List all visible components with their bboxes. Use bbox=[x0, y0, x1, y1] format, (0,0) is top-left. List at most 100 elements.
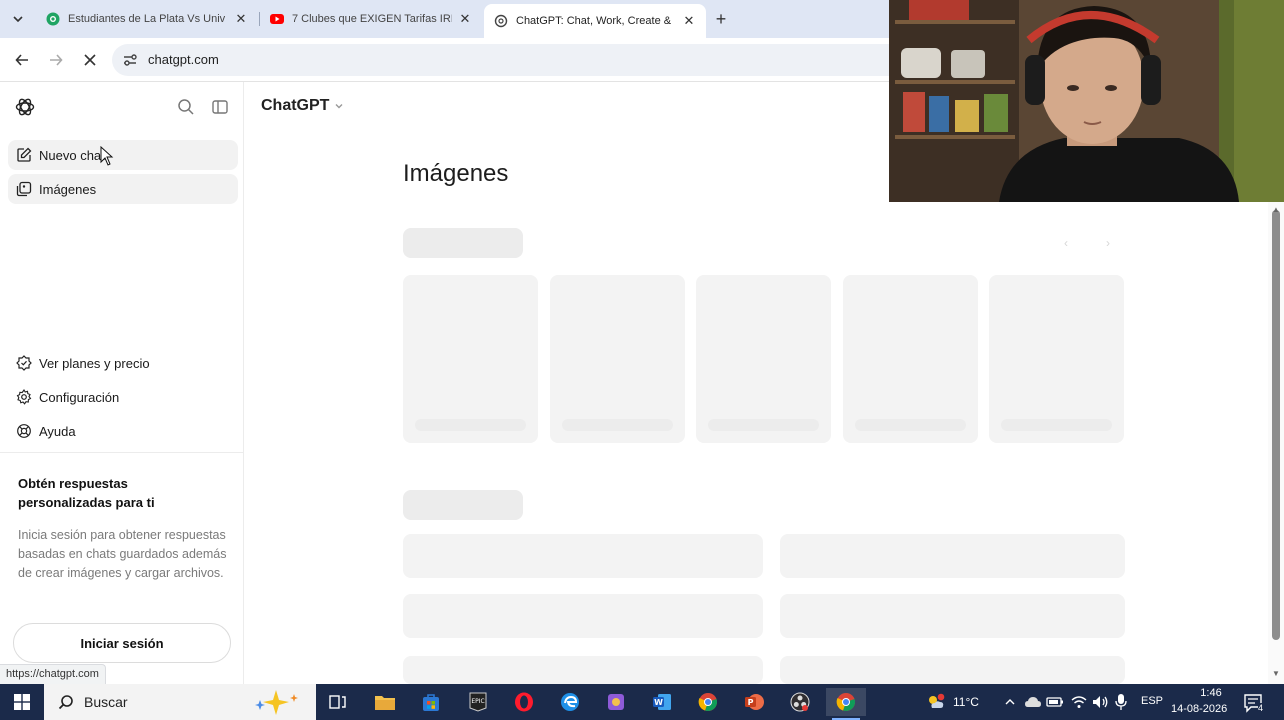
tab-title: Estudiantes de La Plata Vs Univ bbox=[68, 13, 226, 25]
browser-tab-estudiantes[interactable]: Estudiantes de La Plata Vs Univ ✕ bbox=[36, 4, 258, 34]
word-icon[interactable]: W bbox=[642, 688, 682, 716]
game-app-icon[interactable] bbox=[596, 688, 636, 716]
mouse-cursor-icon bbox=[100, 146, 114, 166]
carousel-next-icon[interactable]: › bbox=[1098, 233, 1118, 253]
youtube-icon bbox=[270, 14, 284, 24]
epic-games-icon[interactable]: EPIC bbox=[458, 688, 498, 716]
skeleton-card bbox=[403, 275, 538, 443]
chrome-icon[interactable] bbox=[688, 688, 728, 716]
svg-text:P: P bbox=[748, 698, 754, 707]
sidebar-item-planes[interactable]: Ver planes y precio bbox=[8, 348, 238, 378]
wifi-icon[interactable] bbox=[1070, 694, 1088, 710]
sidebar-divider bbox=[0, 452, 244, 453]
battery-icon[interactable] bbox=[1046, 694, 1064, 710]
edge-icon[interactable] bbox=[550, 688, 590, 716]
gear-icon bbox=[16, 389, 32, 405]
powerpoint-icon[interactable]: P bbox=[734, 688, 774, 716]
notification-count: 4 bbox=[1258, 703, 1264, 713]
new-tab-icon[interactable]: + bbox=[711, 9, 731, 29]
page-title: Imágenes bbox=[403, 160, 509, 187]
svg-text:W: W bbox=[654, 698, 663, 707]
input-language[interactable]: ESP bbox=[1141, 695, 1163, 707]
close-tab-icon[interactable]: ✕ bbox=[458, 11, 472, 26]
carousel-prev-icon[interactable]: ‹ bbox=[1056, 233, 1076, 253]
skeleton-row bbox=[403, 534, 763, 578]
sidebar-item-nuevo-chat[interactable]: Nuevo chat bbox=[8, 140, 238, 170]
show-hidden-icons-chevron-icon[interactable] bbox=[1004, 696, 1016, 708]
windows-start-icon[interactable] bbox=[0, 684, 44, 720]
stop-loading-icon[interactable] bbox=[80, 50, 100, 70]
webcam-overlay bbox=[889, 0, 1284, 202]
cloud-icon[interactable] bbox=[1024, 694, 1042, 710]
skeleton-heading bbox=[403, 228, 523, 258]
weather-temperature[interactable]: 11°C bbox=[953, 695, 979, 709]
chrome-active-icon[interactable] bbox=[826, 688, 866, 720]
model-name: ChatGPT bbox=[261, 97, 330, 114]
taskbar-search-placeholder: Buscar bbox=[84, 694, 128, 710]
sidebar: Nuevo chat Imágenes Ver planes y precio … bbox=[0, 82, 244, 684]
model-picker[interactable]: ChatGPT bbox=[261, 97, 344, 115]
skeleton-row bbox=[780, 656, 1125, 684]
svg-text:EPIC: EPIC bbox=[471, 698, 484, 705]
url-text: chatgpt.com bbox=[148, 52, 219, 67]
sparkle-highlight-icon bbox=[255, 690, 298, 715]
status-bar-url: https://chatgpt.com bbox=[0, 664, 106, 684]
tab-title: ChatGPT: Chat, Work, Create & bbox=[516, 15, 672, 27]
green-globe-icon bbox=[46, 12, 60, 26]
search-icon[interactable] bbox=[176, 97, 196, 117]
promo-text: Inicia sesión para obtener respuestas ba… bbox=[18, 528, 227, 580]
skeleton-card bbox=[989, 275, 1124, 443]
windows-taskbar: Buscar EPIC W P 11°C ESP 1:46 14-08-2026… bbox=[0, 684, 1284, 720]
back-arrow-icon[interactable] bbox=[12, 50, 32, 70]
sidebar-toggle-icon[interactable] bbox=[210, 97, 230, 117]
sidebar-item-ayuda[interactable]: Ayuda bbox=[8, 416, 238, 446]
openai-logo-icon[interactable] bbox=[14, 96, 36, 118]
tab-search-chevron-icon[interactable] bbox=[9, 10, 27, 28]
tab-title: 7 Clubes que EXIGEN Tarifas IRI bbox=[292, 13, 452, 25]
browser-tab-chatgpt[interactable]: ChatGPT: Chat, Work, Create & ✕ bbox=[484, 4, 706, 38]
skeleton-row bbox=[780, 594, 1125, 638]
file-explorer-icon[interactable] bbox=[365, 688, 405, 716]
plan-icon bbox=[16, 355, 32, 371]
weather-icon[interactable] bbox=[926, 693, 946, 711]
sidebar-item-label: Configuración bbox=[39, 389, 120, 405]
skeleton-card bbox=[696, 275, 831, 443]
sidebar-item-configuracion[interactable]: Configuración bbox=[8, 382, 238, 412]
taskbar-search-box[interactable]: Buscar bbox=[44, 684, 316, 720]
promo-title: Obtén respuestas personalizadas para ti bbox=[18, 476, 155, 510]
skeleton-row bbox=[403, 656, 763, 684]
sidebar-item-label: Nuevo chat bbox=[39, 147, 105, 163]
sidebar-item-imagenes[interactable]: Imágenes bbox=[8, 174, 238, 204]
edit-icon bbox=[17, 147, 32, 162]
forward-arrow-icon[interactable] bbox=[46, 50, 66, 70]
sidebar-item-label: Ayuda bbox=[39, 423, 76, 439]
obs-icon[interactable] bbox=[780, 688, 820, 716]
chatgpt-icon bbox=[494, 14, 508, 28]
site-settings-icon[interactable] bbox=[122, 52, 138, 68]
skeleton-row bbox=[780, 534, 1125, 578]
volume-icon[interactable] bbox=[1091, 694, 1109, 710]
task-view-icon[interactable] bbox=[318, 688, 358, 716]
microphone-icon[interactable] bbox=[1114, 693, 1128, 711]
skeleton-card bbox=[843, 275, 978, 443]
close-tab-icon[interactable]: ✕ bbox=[234, 11, 248, 26]
search-icon bbox=[58, 695, 73, 710]
skeleton-heading bbox=[403, 490, 523, 520]
clock-time[interactable]: 1:46 bbox=[1193, 687, 1229, 699]
clock-date[interactable]: 14-08-2026 bbox=[1171, 703, 1227, 715]
login-button[interactable]: Iniciar sesión bbox=[13, 623, 231, 663]
webcam-video-image bbox=[889, 0, 1284, 202]
scroll-up-icon[interactable]: ▲ bbox=[1272, 206, 1280, 214]
skeleton-card bbox=[550, 275, 685, 443]
chevron-down-icon bbox=[335, 104, 343, 109]
images-icon bbox=[16, 181, 32, 197]
sidebar-item-label: Imágenes bbox=[39, 181, 97, 197]
skeleton-row bbox=[403, 594, 763, 638]
sidebar-item-label: Ver planes y precio bbox=[39, 355, 150, 371]
store-icon[interactable] bbox=[411, 688, 451, 716]
opera-icon[interactable] bbox=[504, 688, 544, 716]
close-tab-icon[interactable]: ✕ bbox=[682, 13, 696, 28]
scrollbar-thumb[interactable] bbox=[1272, 210, 1280, 640]
scroll-down-icon[interactable]: ▼ bbox=[1272, 670, 1280, 678]
browser-tab-clubes[interactable]: 7 Clubes que EXIGEN Tarifas IRI ✕ bbox=[260, 4, 482, 34]
